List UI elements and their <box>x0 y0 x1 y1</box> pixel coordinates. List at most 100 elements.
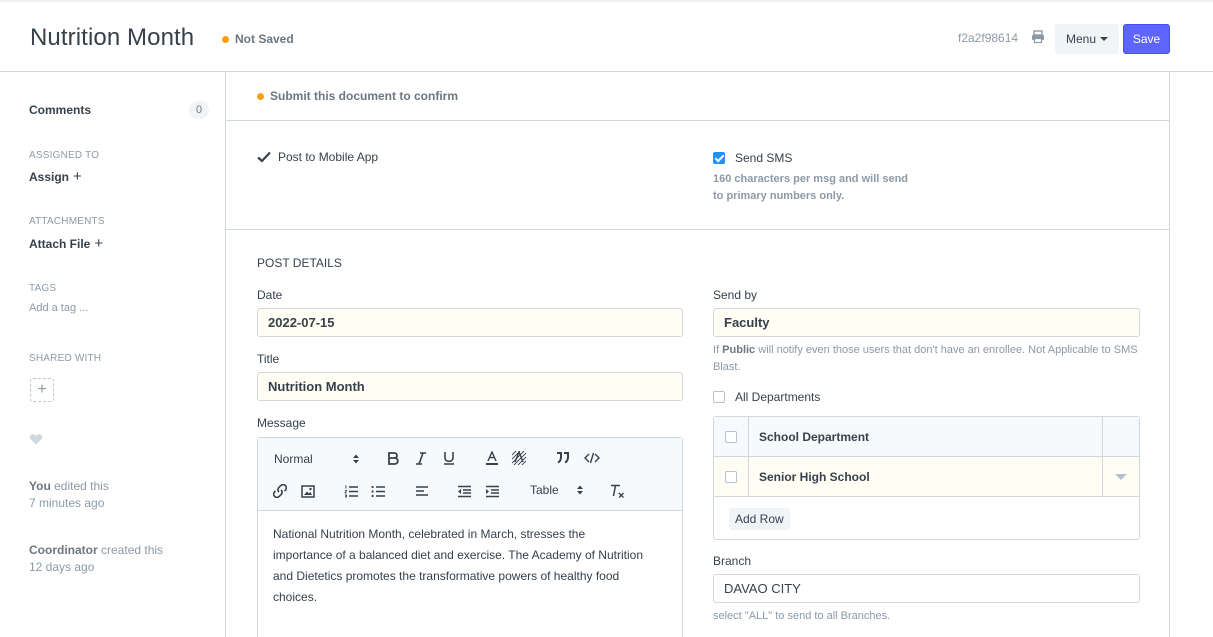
branch-input[interactable]: DAVAO CITY <box>713 574 1140 603</box>
plus-icon: + <box>37 381 47 398</box>
activity-time: 7 minutes ago <box>29 496 105 510</box>
activity-item: Coordinator created this 12 days ago <box>29 542 163 576</box>
orange-dot-icon <box>257 92 264 100</box>
checkmark-icon <box>257 151 271 163</box>
table-select[interactable]: Table <box>530 483 584 497</box>
table-select-value: Table <box>530 483 559 497</box>
plus-icon: + <box>94 235 104 252</box>
send-by-help-prefix: If <box>713 344 723 356</box>
select-arrows-icon <box>577 485 583 495</box>
align-left-icon <box>416 486 428 496</box>
page-title: Nutrition Month <box>30 24 195 51</box>
activity-item: You edited this 7 minutes ago <box>29 478 109 512</box>
italic-button[interactable] <box>413 450 429 466</box>
editor-toolbar: Normal Table <box>258 438 682 511</box>
table-row[interactable]: Senior High School <box>714 457 1139 497</box>
sidebar: Comments 0 ASSIGNED TO Assign + ATTACHME… <box>0 72 225 637</box>
send-by-help: If Public will notify even those users t… <box>713 342 1140 376</box>
send-by-label: Send by <box>713 288 758 302</box>
format-select[interactable]: Normal <box>274 452 360 466</box>
outdent-icon <box>457 485 471 497</box>
indent-button[interactable] <box>484 483 500 499</box>
link-icon <box>273 484 287 498</box>
plus-icon: + <box>73 168 82 185</box>
code-icon <box>584 452 600 464</box>
message-label: Message <box>257 416 306 430</box>
checkbox-icon[interactable] <box>725 431 737 443</box>
image-button[interactable] <box>300 483 316 499</box>
all-departments-checkbox[interactable]: All Departments <box>713 390 820 404</box>
status-text: Not Saved <box>235 32 294 46</box>
date-input[interactable]: 2022-07-15 <box>257 308 683 337</box>
comments-link[interactable]: Comments <box>29 103 91 117</box>
select-all-cell <box>714 417 749 457</box>
indent-icon <box>485 485 499 497</box>
confirm-section: Submit this document to confirm <box>226 72 1169 121</box>
menu-label: Menu <box>1065 32 1097 46</box>
align-button[interactable] <box>414 483 430 499</box>
bullet-list-button[interactable] <box>370 483 386 499</box>
table-header: School Department <box>714 417 1139 457</box>
send-by-select[interactable]: Faculty <box>713 308 1140 337</box>
post-to-mobile-label: Post to Mobile App <box>278 150 379 164</box>
bold-button[interactable] <box>385 450 401 466</box>
heart-icon[interactable] <box>29 432 43 446</box>
post-details-section: POST DETAILS Date 2022-07-15 Title Nutri… <box>226 230 1169 637</box>
quote-icon <box>557 452 569 464</box>
title-label: Title <box>257 352 280 366</box>
text-color-icon <box>486 451 498 465</box>
activity-action: created this <box>101 543 164 557</box>
checkbox-icon[interactable] <box>713 391 725 403</box>
message-editor-content[interactable]: National Nutrition Month, celebrated in … <box>273 524 643 608</box>
orange-dot-icon <box>222 35 229 43</box>
add-row-button[interactable]: Add Row <box>729 508 790 530</box>
add-tag-link[interactable]: Add a tag ... <box>29 302 88 314</box>
send-by-help-bold: Public <box>722 344 756 356</box>
print-icon[interactable] <box>1031 30 1045 44</box>
send-sms-label: Send SMS <box>735 151 793 165</box>
ordered-list-button[interactable] <box>343 483 359 499</box>
send-sms-help: 160 characters per msg and will send to … <box>713 173 909 202</box>
underline-button[interactable] <box>441 450 457 466</box>
assign-label: Assign <box>29 170 70 184</box>
activity-user: Coordinator <box>29 543 98 557</box>
section-title: POST DETAILS <box>257 256 342 270</box>
row-select-cell <box>714 457 749 497</box>
department-table: School Department Senior High School Add… <box>713 416 1140 540</box>
caret-down-icon <box>1100 37 1109 41</box>
page-header: Nutrition Month Not Saved f2a2f98614 Men… <box>0 2 1213 72</box>
save-button[interactable]: Save <box>1123 24 1170 54</box>
post-to-mobile-checkbox[interactable]: Post to Mobile App <box>257 150 378 164</box>
select-arrows-icon <box>353 454 359 464</box>
clear-format-icon <box>610 484 624 498</box>
title-input[interactable]: Nutrition Month <box>257 372 683 401</box>
confirm-indicator: Submit this document to confirm <box>257 89 458 103</box>
document-id: f2a2f98614 <box>958 31 1019 45</box>
assigned-to-label: ASSIGNED TO <box>29 150 100 161</box>
add-share-button[interactable]: + <box>30 378 54 402</box>
menu-button[interactable]: Menu <box>1055 24 1119 54</box>
image-icon <box>301 484 315 498</box>
comments-count-badge: 0 <box>189 101 209 119</box>
outdent-button[interactable] <box>456 483 472 499</box>
activity-time: 12 days ago <box>29 560 95 574</box>
activity-action: edited this <box>54 479 109 493</box>
blockquote-button[interactable] <box>555 450 571 466</box>
checkbox-icon[interactable] <box>725 471 737 483</box>
send-sms-checkbox[interactable]: Send SMS <box>713 151 792 165</box>
code-block-button[interactable] <box>583 450 601 466</box>
clear-format-button[interactable] <box>609 483 625 499</box>
assign-button[interactable]: Assign + <box>29 168 82 185</box>
row-edit-cell[interactable] <box>1102 457 1139 497</box>
branch-label: Branch <box>713 554 752 568</box>
ordered-list-icon <box>343 485 358 497</box>
column-header: School Department <box>759 430 870 444</box>
background-color-button[interactable] <box>511 450 527 466</box>
all-departments-label: All Departments <box>735 390 821 404</box>
row-value[interactable]: Senior High School <box>759 457 870 497</box>
text-color-button[interactable] <box>484 450 500 466</box>
attach-file-button[interactable]: Attach File + <box>29 235 104 252</box>
checkbox-checked-icon[interactable] <box>713 152 725 164</box>
link-button[interactable] <box>272 483 288 499</box>
status-indicator: Not Saved <box>222 32 294 46</box>
